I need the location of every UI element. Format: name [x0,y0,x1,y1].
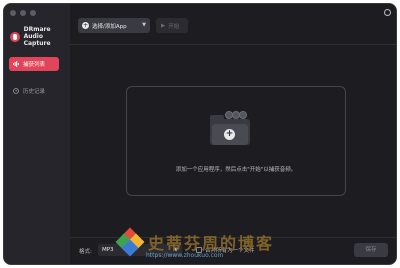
brand-line2: Audio Capture [23,33,51,47]
brand: DRmare Audio Capture [10,26,70,47]
select-add-app-button[interactable]: + 选择/添加App ▼ [78,18,150,33]
app-logo-icon [10,31,20,42]
waveform-icon [13,61,19,67]
app-bubble-icon [239,111,247,119]
brand-line1: DRmare [23,26,51,33]
plus-icon[interactable]: + [224,129,235,140]
minimize-window-button[interactable] [20,10,26,16]
sidebar-item-label: 捕获列表 [23,62,46,68]
format-label: 格式: [79,249,92,255]
chevron-down-icon: ▼ [142,22,146,28]
start-label: 开始 [168,23,180,30]
app-window: DRmare Audio Capture 捕获列表 历史记录 + 选择/添加Ap… [3,3,397,265]
brand-name: DRmare Audio Capture [24,26,70,47]
sidebar-item-history[interactable]: 历史记录 [9,84,59,98]
user-icon[interactable] [384,9,391,16]
plus-icon: + [82,22,89,29]
select-add-app-label: 选择/添加App [92,23,127,30]
sidebar-item-label: 历史记录 [23,89,46,95]
app-drop-zone[interactable]: + 添加一个应用程序，然后点击"开始"以捕获音频。 [126,86,346,196]
window-controls [10,10,36,16]
sidebar: DRmare Audio Capture 捕获列表 历史记录 [4,4,70,264]
watermark-url: https://www.zhoukuo.com [146,252,224,259]
maximize-window-button[interactable] [30,10,36,16]
save-button[interactable]: 保存 [354,243,388,257]
drop-zone-hint: 添加一个应用程序，然后点击"开始"以捕获音频。 [175,167,297,173]
watermark-text: 史蒂芬周的博客 [148,234,275,253]
clock-icon [13,88,19,94]
play-icon: ▶ [161,22,166,29]
sidebar-item-capture-list[interactable]: 捕获列表 [9,57,59,71]
main-panel: + 选择/添加App ▼ ▶ 开始 + 添加一个应用程序，然后点击"开始"以捕获… [70,4,396,264]
toolbar: + 选择/添加App ▼ ▶ 开始 [70,4,396,45]
app-bubble-icon [225,111,233,119]
format-value: MP3 [102,247,114,253]
start-button[interactable]: ▶ 开始 [156,18,188,33]
close-window-button[interactable] [10,10,16,16]
folder-add-icon: + [210,111,250,145]
watermark-logo-icon [115,227,145,257]
